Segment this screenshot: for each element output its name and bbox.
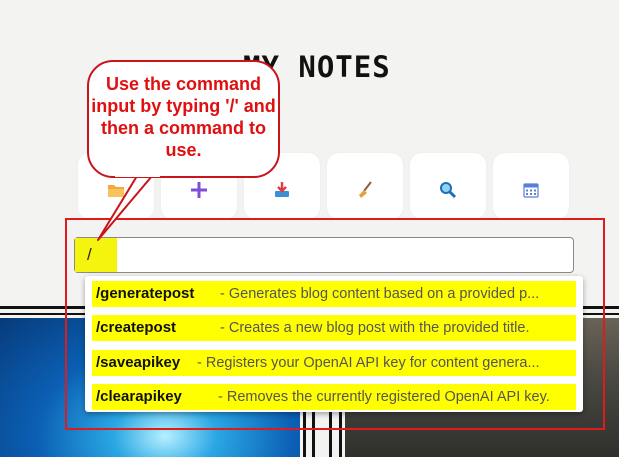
download-icon: [275, 182, 289, 197]
command-description: - Removes the currently registered OpenA…: [218, 389, 550, 405]
command-description: - Creates a new blog post with the provi…: [220, 320, 530, 336]
callout-pointer-cover: [115, 170, 160, 177]
command-option-generatepost[interactable]: /generatepost - Generates blog content b…: [92, 281, 576, 307]
callout-text: Use the command input by typing '/' and …: [91, 74, 276, 160]
search-icon: [440, 182, 457, 199]
command-name: /saveapikey: [96, 354, 181, 371]
command-name: /clearapikey: [96, 388, 182, 405]
calendar-icon: [523, 183, 539, 198]
command-option-createpost[interactable]: /createpost - Creates a new blog post wi…: [92, 315, 576, 341]
command-name: /generatepost: [96, 285, 195, 302]
search-button[interactable]: [410, 153, 486, 219]
plus-icon: [191, 182, 207, 198]
command-option-saveapikey[interactable]: /saveapikey - Registers your OpenAI API …: [92, 350, 576, 376]
command-description: - Generates blog content based on a prov…: [220, 286, 540, 302]
command-dropdown: /generatepost - Generates blog content b…: [85, 276, 583, 412]
broom-icon: [359, 181, 372, 198]
clear-button[interactable]: [327, 153, 403, 219]
command-name: /createpost: [96, 319, 177, 336]
calendar-button[interactable]: [493, 153, 569, 219]
callout: Use the command input by typing '/' and …: [87, 60, 280, 178]
command-option-clearapikey[interactable]: /clearapikey - Removes the currently reg…: [92, 384, 576, 410]
command-description: - Registers your OpenAI API key for cont…: [197, 355, 540, 371]
callout-pointer: [97, 176, 153, 241]
